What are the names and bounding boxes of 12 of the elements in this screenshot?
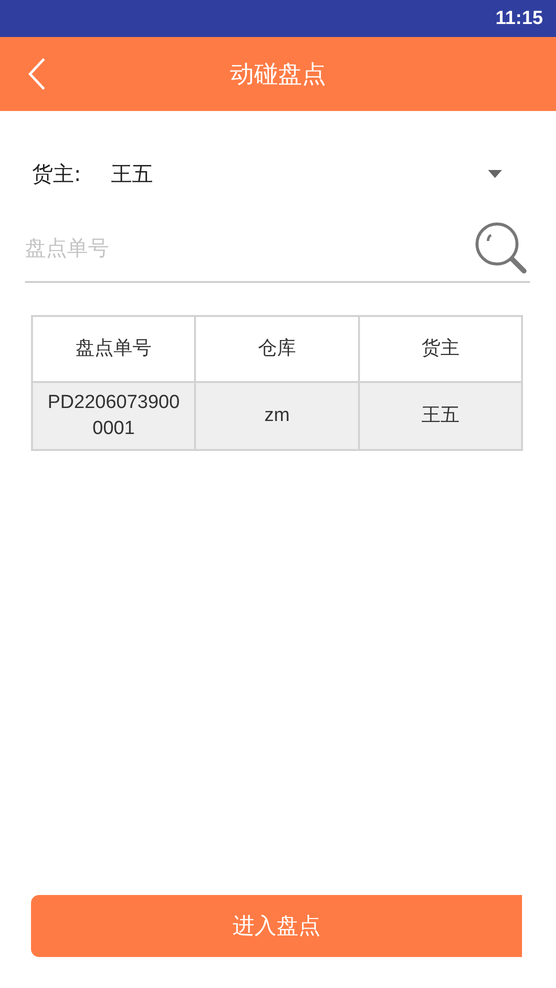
table-cell[interactable]: zm [196, 383, 358, 449]
status-time: 11:15 [495, 8, 543, 30]
table-cell[interactable]: PD22060739000001 [33, 383, 194, 449]
owner-dropdown[interactable]: 王五 [81, 159, 502, 189]
table-cell[interactable]: 王五 [360, 383, 521, 449]
column-header: 货主 [360, 317, 521, 381]
column-header: 盘点单号 [33, 317, 194, 381]
screen-title: 动碰盘点 [230, 59, 326, 90]
caret-icon [488, 170, 502, 178]
owner-label: 货主: [32, 161, 82, 188]
back-icon [28, 57, 46, 91]
column-header: 仓库 [196, 317, 358, 381]
